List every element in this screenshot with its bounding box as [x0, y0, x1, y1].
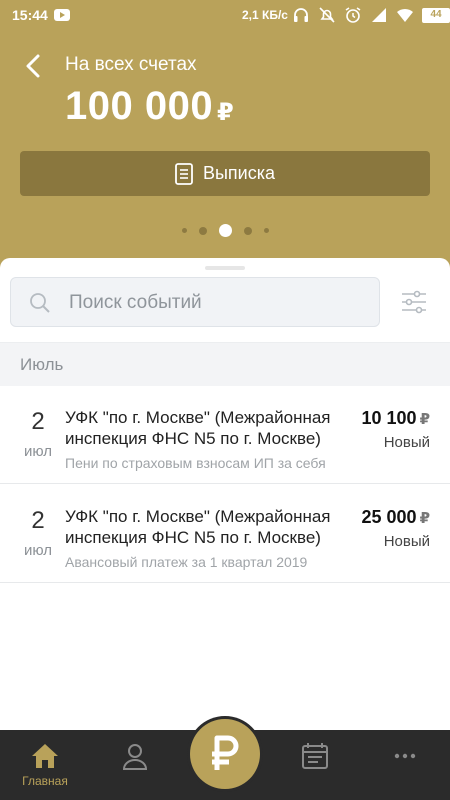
payment-fab-button[interactable]: [190, 719, 260, 789]
filter-icon[interactable]: [400, 288, 428, 316]
search-icon: [30, 293, 50, 313]
home-icon: [32, 744, 58, 768]
battery-icon: 44: [422, 7, 450, 23]
more-icon: [394, 753, 416, 759]
alarm-icon: [345, 7, 361, 23]
event-title: УФК "по г. Москве" (Межрайонная инспекци…: [65, 408, 331, 448]
ruble-icon: [212, 735, 239, 770]
calendar-icon: [302, 743, 328, 769]
event-title: УФК "по г. Москве" (Межрайонная инспекци…: [65, 507, 331, 547]
statement-button[interactable]: Выписка: [20, 151, 430, 196]
back-arrow-icon[interactable]: [22, 52, 46, 80]
month-label: Июль: [20, 355, 64, 374]
tab-profile[interactable]: [90, 730, 180, 800]
drag-handle[interactable]: [205, 266, 245, 270]
mute-icon: [319, 7, 335, 23]
signal-icon: [372, 8, 386, 22]
event-amount: 10 100 ₽: [362, 408, 431, 429]
network-speed: 2,1 КБ/с: [242, 8, 288, 22]
amount-currency: ₽: [419, 411, 430, 428]
event-row[interactable]: 2 июл УФК "по г. Москве" (Межрайонная ин…: [0, 485, 450, 583]
document-icon: [175, 162, 193, 185]
pager-dot[interactable]: [263, 228, 269, 233]
month-header: Июль: [0, 342, 450, 386]
tab-more[interactable]: [360, 730, 450, 800]
balance-currency: ₽: [217, 99, 234, 126]
event-row[interactable]: 2 июл УФК "по г. Москве" (Межрайонная ин…: [0, 386, 450, 484]
balance-header: 15:44 2,1 КБ/с 44 На всех счетах 100 000…: [0, 0, 450, 280]
pager-dot-active[interactable]: [218, 224, 232, 237]
pager-dot[interactable]: [181, 228, 187, 233]
total-balance: 100 000: [65, 84, 214, 128]
statement-label: Выписка: [202, 163, 276, 183]
pager-dot[interactable]: [198, 226, 207, 235]
amount-value: 10 100: [361, 408, 417, 428]
headphones-icon: [294, 8, 308, 22]
event-status: Новый: [383, 434, 430, 451]
events-sheet: Июль 2 июл УФК "по г. Москве" (Межрайонн…: [0, 258, 450, 730]
status-time: 15:44: [12, 7, 48, 23]
status-icons: 44: [292, 6, 450, 24]
status-bar: 15:44 2,1 КБ/с 44: [0, 0, 450, 32]
event-status: Новый: [383, 533, 430, 550]
event-description: Пени по страховым взносам ИП за себя: [65, 455, 326, 471]
wifi-icon: [397, 8, 413, 22]
amount-value: 25 000: [361, 507, 417, 527]
event-amount: 25 000 ₽: [362, 507, 431, 528]
account-pager: [0, 224, 450, 237]
event-description: Авансовый платеж за 1 квартал 2019: [65, 554, 308, 570]
tab-home-label: Главная: [22, 774, 68, 788]
search-input[interactable]: [69, 288, 369, 318]
tab-home[interactable]: Главная: [0, 730, 90, 800]
tab-calendar[interactable]: [270, 730, 360, 800]
pager-dot[interactable]: [243, 226, 252, 235]
search-box[interactable]: [10, 277, 380, 327]
youtube-icon: [54, 9, 70, 21]
page-title: На всех счетах: [65, 54, 197, 75]
profile-icon: [122, 744, 148, 770]
amount-currency: ₽: [419, 510, 430, 527]
